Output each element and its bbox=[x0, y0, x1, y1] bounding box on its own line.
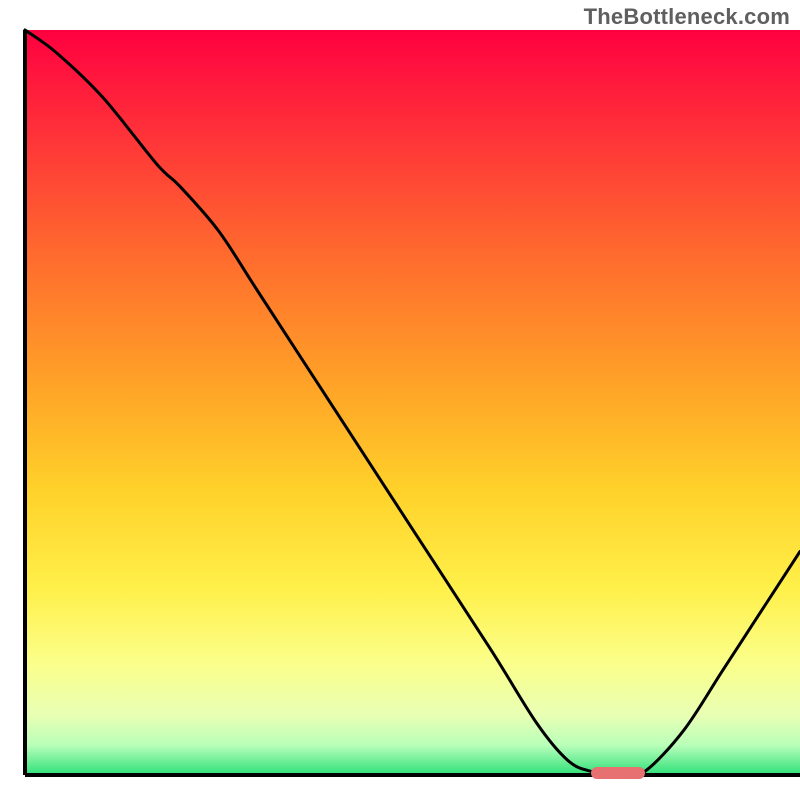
chart-container: TheBottleneck.com bbox=[0, 0, 800, 800]
watermark-label: TheBottleneck.com bbox=[584, 4, 790, 30]
baseline-marker bbox=[591, 767, 645, 779]
chart-svg bbox=[0, 0, 800, 800]
chart-background bbox=[25, 30, 800, 775]
